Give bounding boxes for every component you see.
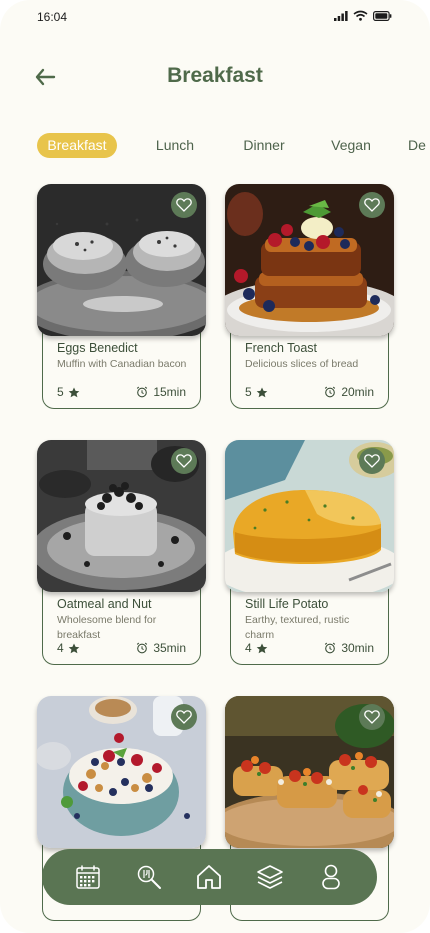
recipe-card-french-toast[interactable]: French Toast Delicious slices of bread 5… <box>225 184 394 410</box>
status-time: 16:04 <box>37 10 68 24</box>
nav-calendar-button[interactable] <box>70 859 106 895</box>
star-icon <box>68 643 79 653</box>
recipe-card-eggs-benedict[interactable]: Eggs Benedict Muffin with Canadian bacon… <box>37 184 206 410</box>
favorite-button[interactable] <box>171 448 197 474</box>
tab-vegan[interactable]: Vegan <box>322 133 380 158</box>
recipe-description: Muffin with Canadian bacon <box>57 358 187 370</box>
recipe-description: Delicious slices of bread <box>245 358 359 370</box>
alarm-clock-icon <box>137 386 148 398</box>
rating: 5 <box>245 385 268 399</box>
recipe-card-oatmeal-and-nut[interactable]: Oatmeal and Nut Wholesome blend for brea… <box>37 440 206 666</box>
rating: 4 <box>245 641 268 655</box>
profile-icon <box>321 864 340 890</box>
nav-profile-button[interactable] <box>313 859 349 895</box>
cook-time: 20min <box>324 385 374 399</box>
bottom-nav <box>42 849 377 905</box>
home-icon <box>197 865 222 889</box>
cook-time: 15min <box>136 385 186 399</box>
recipe-description: Wholesome blend for breakfast <box>57 614 157 641</box>
heart-icon <box>364 454 380 468</box>
phone-screen: 16:04 Breakfast Breakfast Lunch Dinner V… <box>0 0 430 933</box>
alarm-clock-icon <box>325 642 336 654</box>
tab-lunch[interactable]: Lunch <box>148 133 202 158</box>
tab-dinner[interactable]: Dinner <box>236 133 292 158</box>
cook-time: 35min <box>136 641 186 655</box>
cook-time: 30min <box>324 641 374 655</box>
rating: 4 <box>57 641 80 655</box>
recipe-meta: 5 15min <box>57 385 186 399</box>
signal-icon <box>334 10 348 21</box>
time-value: 15min <box>153 385 186 399</box>
heart-icon <box>364 198 380 212</box>
nav-home-button[interactable] <box>191 859 227 895</box>
rating-value: 5 <box>245 385 252 399</box>
heart-icon <box>176 710 192 724</box>
recipe-meta: 5 20min <box>245 385 374 399</box>
recipe-title: Oatmeal and Nut <box>57 597 152 611</box>
header: Breakfast <box>0 58 430 98</box>
tab-breakfast[interactable]: Breakfast <box>37 133 117 158</box>
heart-icon <box>176 198 192 212</box>
rating-value: 4 <box>245 641 252 655</box>
favorite-button[interactable] <box>171 192 197 218</box>
recipe-meta: 4 30min <box>245 641 374 655</box>
heart-icon <box>176 454 192 468</box>
alarm-clock-icon <box>137 642 148 654</box>
time-value: 35min <box>153 641 186 655</box>
wifi-icon <box>353 10 368 21</box>
page-title: Breakfast <box>167 64 263 87</box>
battery-icon <box>373 10 392 21</box>
search-food-icon <box>137 865 161 889</box>
star-icon <box>68 387 79 397</box>
recipe-title: Eggs Benedict <box>57 341 138 355</box>
tab-dessert[interactable]: De <box>408 133 430 158</box>
alarm-clock-icon <box>325 386 336 398</box>
recipe-card-still-life-potato[interactable]: Still Life Potato Earthy, textured, rust… <box>225 440 394 666</box>
layers-icon <box>257 865 283 889</box>
recipe-title: French Toast <box>245 341 318 355</box>
recipe-meta: 4 35min <box>57 641 186 655</box>
time-value: 30min <box>341 641 374 655</box>
favorite-button[interactable] <box>359 448 385 474</box>
nav-search-button[interactable] <box>131 859 167 895</box>
status-icons <box>334 10 392 21</box>
rating: 5 <box>57 385 80 399</box>
star-icon <box>256 643 267 653</box>
favorite-button[interactable] <box>171 704 197 730</box>
heart-icon <box>364 710 380 724</box>
status-bar: 16:04 <box>0 0 430 36</box>
recipe-description: Earthy, textured, rustic charm <box>245 614 350 641</box>
star-icon <box>256 387 267 397</box>
recipe-title: Still Life Potato <box>245 597 329 611</box>
calendar-icon <box>76 865 101 889</box>
rating-value: 5 <box>57 385 64 399</box>
favorite-button[interactable] <box>359 192 385 218</box>
nav-layers-button[interactable] <box>252 859 288 895</box>
time-value: 20min <box>341 385 374 399</box>
rating-value: 4 <box>57 641 64 655</box>
category-tabs: Breakfast Lunch Dinner Vegan De <box>0 132 430 160</box>
favorite-button[interactable] <box>359 704 385 730</box>
